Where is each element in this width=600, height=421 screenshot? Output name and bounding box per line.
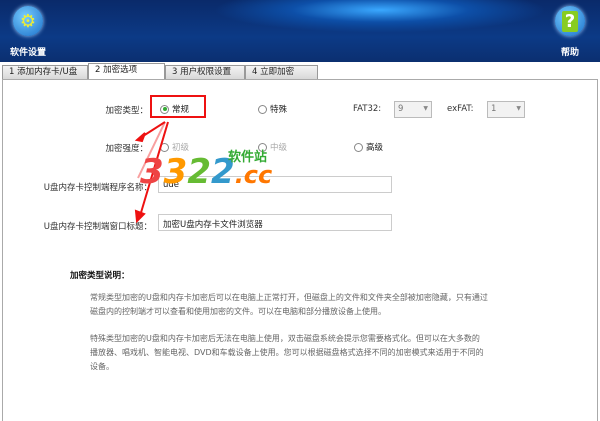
radio-basic[interactable]: 初级 [160,141,189,153]
chevron-down-icon: ▼ [516,105,521,112]
software-settings-label: 软件设置 [9,48,46,58]
encryption-type-label: 加密类型： [105,106,148,116]
description-special: 特殊类型加密的U盘和内存卡加密后无法在电脑上使用，双击磁盘系统会提示您需要格式化… [90,334,484,371]
radio-basic-label: 初级 [172,143,190,153]
tab-encrypt-now[interactable]: 4 立即加密 [245,65,318,79]
radio-normal[interactable]: 常规 [160,103,189,115]
program-name-input[interactable]: ude [158,176,392,193]
radio-indicator [258,142,267,152]
gear-icon: ⚙ [13,6,43,36]
tab-encryption-options[interactable]: 2 加密选项 [88,63,165,79]
tab-add-card[interactable]: 1 添加内存卡/U盘 [2,65,88,79]
exfat-label: exFAT: [447,104,474,114]
tab-bar: 1 添加内存卡/U盘 2 加密选项 3 用户权限设置 4 立即加密 [0,63,600,79]
software-settings-button[interactable]: ⚙ 软件设置 [8,6,48,58]
description-title: 加密类型说明： [70,271,130,281]
radio-special-label: 特殊 [270,105,288,115]
program-name-label: U盘内存卡控制端程序名称： [43,183,152,193]
radio-indicator [258,104,267,114]
radio-normal-label: 常规 [172,105,190,115]
radio-advanced[interactable]: 高级 [354,141,383,153]
help-label: 帮助 [560,48,579,58]
radio-advanced-label: 高级 [366,143,384,153]
chevron-down-icon: ▼ [423,105,428,112]
radio-indicator [354,142,363,152]
encryption-strength-label: 加密强度： [105,144,148,154]
radio-indicator [160,104,169,114]
fat32-select[interactable]: 9 ▼ [394,101,432,118]
exfat-select[interactable]: 1 ▼ [487,101,525,118]
help-button[interactable]: ? 帮助 [552,6,588,58]
description-normal: 常规类型加密的U盘和内存卡加密后可以在电脑上正常打开，但磁盘上的文件和文件夹全部… [90,293,488,316]
fat32-value: 9 [398,104,404,114]
radio-medium[interactable]: 中级 [258,141,287,153]
radio-indicator [160,142,169,152]
fat32-label: FAT32: [353,104,382,114]
window-title-input[interactable]: 加密U盘内存卡文件浏览器 [158,214,392,231]
question-icon: ? [555,6,585,36]
tab-user-permissions[interactable]: 3 用户权限设置 [165,65,245,79]
exfat-value: 1 [491,104,497,114]
window-title-label: U盘内存卡控制端窗口标题： [43,222,152,232]
radio-special[interactable]: 特殊 [258,103,287,115]
header-banner: ⚙ 软件设置 ? 帮助 [0,0,600,62]
radio-medium-label: 中级 [270,143,288,153]
